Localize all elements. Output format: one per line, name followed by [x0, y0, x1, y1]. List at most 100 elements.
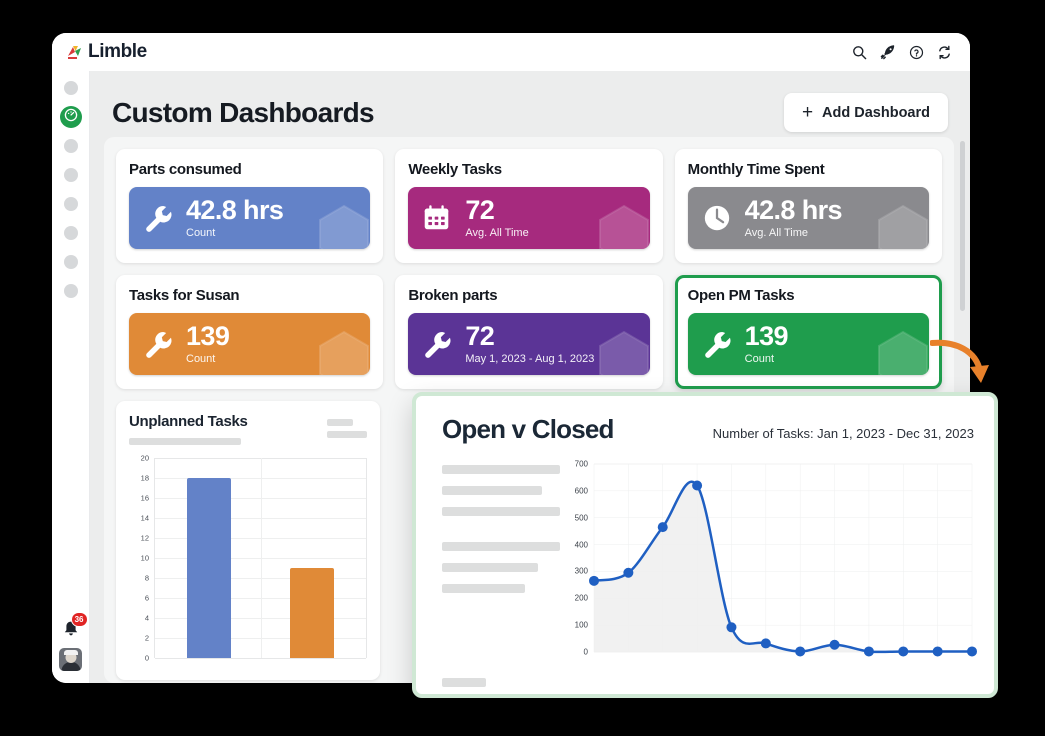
- line-chart-point[interactable]: [726, 622, 737, 633]
- skeleton-bar: [327, 431, 367, 438]
- line-chart-point[interactable]: [589, 575, 599, 586]
- clock-icon: [702, 203, 732, 233]
- sidebar-item-placeholder[interactable]: [63, 226, 78, 240]
- panel-title: Open v Closed: [442, 414, 614, 444]
- kpi-value: 139: [186, 321, 230, 351]
- sidebar-item-placeholder[interactable]: [63, 284, 78, 298]
- kpi-values: 139 Count: [744, 321, 789, 366]
- bar-chart-y-tick: 18: [140, 473, 149, 483]
- kpi-card[interactable]: Weekly Tasks 72 Avg. All Time: [395, 149, 663, 263]
- unplanned-tasks-widget[interactable]: Unplanned Tasks 0 2 4 6 8 10 12 14 16 18 20: [116, 401, 380, 680]
- bar-chart-plot-area: [154, 458, 367, 659]
- kpi-card[interactable]: Parts consumed 42.8 hrs Count: [116, 149, 384, 263]
- kpi-card[interactable]: Monthly Time Spent 42.8 hrs Avg. All Time: [674, 149, 942, 263]
- hexagon-decoration-icon: [873, 203, 929, 249]
- kpi-subtitle: May 1, 2023 - Aug 1, 2023: [465, 353, 595, 365]
- add-dashboard-button[interactable]: + Add Dashboard: [783, 93, 948, 132]
- kpi-card-title: Weekly Tasks: [408, 161, 502, 178]
- skeleton-bar: [442, 486, 543, 495]
- rocket-icon[interactable]: [880, 44, 896, 60]
- bar-chart-bar[interactable]: [186, 478, 231, 658]
- bar-chart-bar[interactable]: [290, 568, 335, 658]
- refresh-icon[interactable]: [937, 45, 952, 60]
- kpi-card[interactable]: Broken parts 72 May 1, 2023 - Aug 1, 2023: [395, 275, 663, 389]
- user-avatar[interactable]: [59, 648, 82, 671]
- kpi-card-title: Broken parts: [408, 287, 498, 304]
- sidebar-item-placeholder[interactable]: [63, 168, 78, 182]
- kpi-subtitle: Count: [186, 227, 216, 239]
- notifications-button[interactable]: 36: [61, 612, 88, 639]
- line-chart-point[interactable]: [863, 646, 874, 657]
- sidebar-bottom: 36: [59, 612, 88, 683]
- content-scrollbar[interactable]: [960, 141, 965, 311]
- line-chart-point[interactable]: [623, 567, 634, 578]
- kpi-card-title: Tasks for Susan: [129, 287, 240, 304]
- line-chart-y-tick: 0: [583, 647, 588, 657]
- limble-leaf-logo-icon: [64, 41, 86, 63]
- notification-badge: 36: [70, 612, 88, 627]
- sidebar-item-placeholder[interactable]: [63, 197, 78, 211]
- kpi-values: 139 Count: [186, 321, 230, 366]
- line-chart-point[interactable]: [932, 646, 943, 657]
- skeleton-bar: [327, 419, 353, 426]
- kpi-card-tile: 42.8 hrs Avg. All Time: [687, 187, 929, 249]
- search-icon[interactable]: [852, 45, 867, 60]
- kpi-subtitle: Avg. All Time: [465, 227, 529, 239]
- line-chart-point[interactable]: [829, 639, 840, 650]
- unplanned-tasks-bar-chart: 0 2 4 6 8 10 12 14 16 18 20: [129, 454, 367, 670]
- line-chart-point[interactable]: [657, 522, 668, 533]
- kpi-value: 139: [744, 321, 789, 351]
- kpi-values: 42.8 hrs Avg. All Time: [744, 195, 843, 240]
- page-title: Custom Dashboards: [112, 96, 375, 128]
- sidebar-item-placeholder[interactable]: [63, 255, 78, 269]
- kpi-values: 72 Avg. All Time: [465, 197, 529, 240]
- kpi-card-title: Open PM Tasks: [687, 287, 795, 304]
- bar-chart-y-tick: 12: [140, 533, 149, 543]
- app-logo[interactable]: Limble: [64, 41, 147, 63]
- kpi-value: 42.8 hrs: [186, 195, 284, 225]
- line-chart-plot-area: [589, 464, 977, 657]
- line-chart-point[interactable]: [760, 638, 771, 649]
- kpi-card-tile: 139 Count: [129, 313, 371, 375]
- line-chart-point[interactable]: [692, 480, 703, 491]
- open-v-closed-line-chart: 0 100 200 300 400 500 600 700: [566, 459, 978, 674]
- kpi-subtitle: Avg. All Time: [744, 227, 809, 239]
- skeleton-bar: [442, 563, 538, 572]
- calendar-icon: [422, 203, 452, 233]
- sidebar-item-placeholder[interactable]: [63, 81, 78, 95]
- line-chart-point[interactable]: [795, 646, 806, 657]
- sidebar-item-placeholder[interactable]: [63, 139, 78, 153]
- hexagon-decoration-icon: [314, 329, 370, 375]
- bar-chart-gridline: [155, 658, 366, 659]
- kpi-card-tile: 72 Avg. All Time: [408, 187, 650, 249]
- bar-chart-y-tick: 16: [140, 493, 149, 503]
- line-chart-point[interactable]: [967, 646, 977, 657]
- app-logo-text: Limble: [88, 41, 147, 62]
- page-header: Custom Dashboards + Add Dashboard: [90, 71, 970, 132]
- wrench-icon: [143, 203, 173, 233]
- skeleton-bar: [442, 542, 560, 551]
- kpi-value: 72: [465, 321, 495, 351]
- hexagon-decoration-icon: [314, 203, 370, 249]
- top-bar-icons: [852, 44, 952, 60]
- kpi-card[interactable]: Tasks for Susan 139 Count: [116, 275, 384, 389]
- sidebar-item-dashboards[interactable]: [59, 106, 82, 128]
- skeleton-bar: [442, 584, 525, 593]
- line-chart-y-tick: 400: [574, 540, 588, 550]
- plus-icon: +: [801, 102, 814, 123]
- kpi-subtitle: Count: [744, 353, 775, 365]
- kpi-card-title: Monthly Time Spent: [687, 161, 825, 178]
- widget-header-skeleton: [327, 419, 367, 443]
- hexagon-decoration-icon: [873, 329, 929, 375]
- line-chart-y-tick: 600: [574, 486, 588, 496]
- bar-chart-y-tick: 14: [140, 513, 149, 523]
- open-v-closed-panel[interactable]: Open v Closed Number of Tasks: Jan 1, 20…: [412, 392, 998, 698]
- skeleton-bar: [442, 465, 560, 474]
- kpi-card-grid: Parts consumed 42.8 hrs Count Weekly Tasks 7…: [116, 149, 942, 389]
- help-circle-icon[interactable]: [909, 45, 924, 60]
- line-chart-point[interactable]: [898, 646, 909, 657]
- kpi-card[interactable]: Open PM Tasks 139 Count: [674, 275, 942, 389]
- wrench-icon: [143, 329, 173, 359]
- bar-chart-y-tick: 8: [144, 573, 149, 583]
- kpi-value: 42.8 hrs: [744, 195, 843, 225]
